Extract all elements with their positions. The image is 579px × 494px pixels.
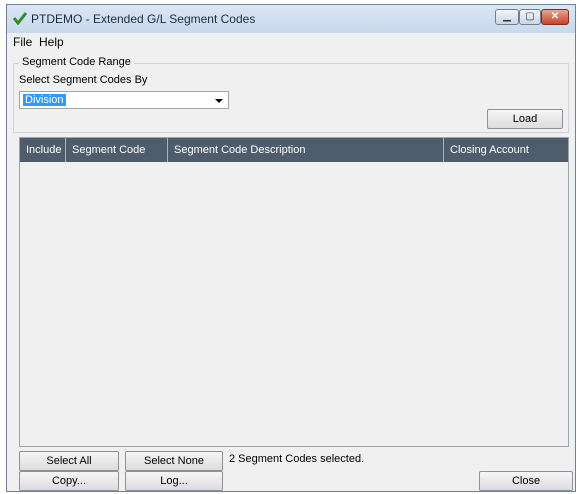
select-all-button[interactable]: Select All — [19, 451, 119, 471]
log-button[interactable]: Log... — [125, 471, 223, 491]
close-button[interactable]: Close — [479, 471, 573, 491]
select-by-dropdown[interactable]: Division — [19, 91, 229, 109]
maximize-icon: ▢ — [525, 11, 535, 22]
select-value: Division — [23, 94, 66, 106]
close-window-button[interactable]: ✕ — [541, 9, 569, 25]
window-title: PTDEMO - Extended G/L Segment Codes — [31, 12, 256, 26]
maximize-button[interactable]: ▢ — [519, 9, 541, 25]
group-legend: Segment Code Range — [19, 56, 134, 68]
select-none-button[interactable]: Select None — [125, 451, 223, 471]
grid-header: Include Segment Code Segment Code Descri… — [20, 138, 568, 162]
menu-file[interactable]: File — [13, 35, 32, 49]
col-closing-account[interactable]: Closing Account — [444, 138, 568, 162]
col-description[interactable]: Segment Code Description — [168, 138, 444, 162]
segment-codes-grid[interactable]: Include Segment Code Segment Code Descri… — [19, 137, 569, 447]
copy-button[interactable]: Copy... — [19, 471, 119, 491]
menu-help[interactable]: Help — [39, 35, 64, 49]
load-button[interactable]: Load — [487, 109, 563, 129]
menu-bar: File Help — [7, 33, 575, 51]
app-check-icon — [13, 12, 27, 25]
app-window: PTDEMO - Extended G/L Segment Codes ▁ ▢ … — [6, 4, 576, 492]
minimize-icon: ▁ — [503, 11, 511, 22]
minimize-button[interactable]: ▁ — [495, 9, 519, 25]
status-text: 2 Segment Codes selected. — [229, 453, 365, 465]
dropdown-arrow-icon — [215, 99, 223, 103]
close-icon: ✕ — [550, 11, 560, 22]
select-by-label: Select Segment Codes By — [19, 74, 148, 86]
col-segment-code[interactable]: Segment Code — [66, 138, 168, 162]
title-bar[interactable]: PTDEMO - Extended G/L Segment Codes ▁ ▢ … — [7, 5, 575, 33]
col-include[interactable]: Include — [20, 138, 66, 162]
